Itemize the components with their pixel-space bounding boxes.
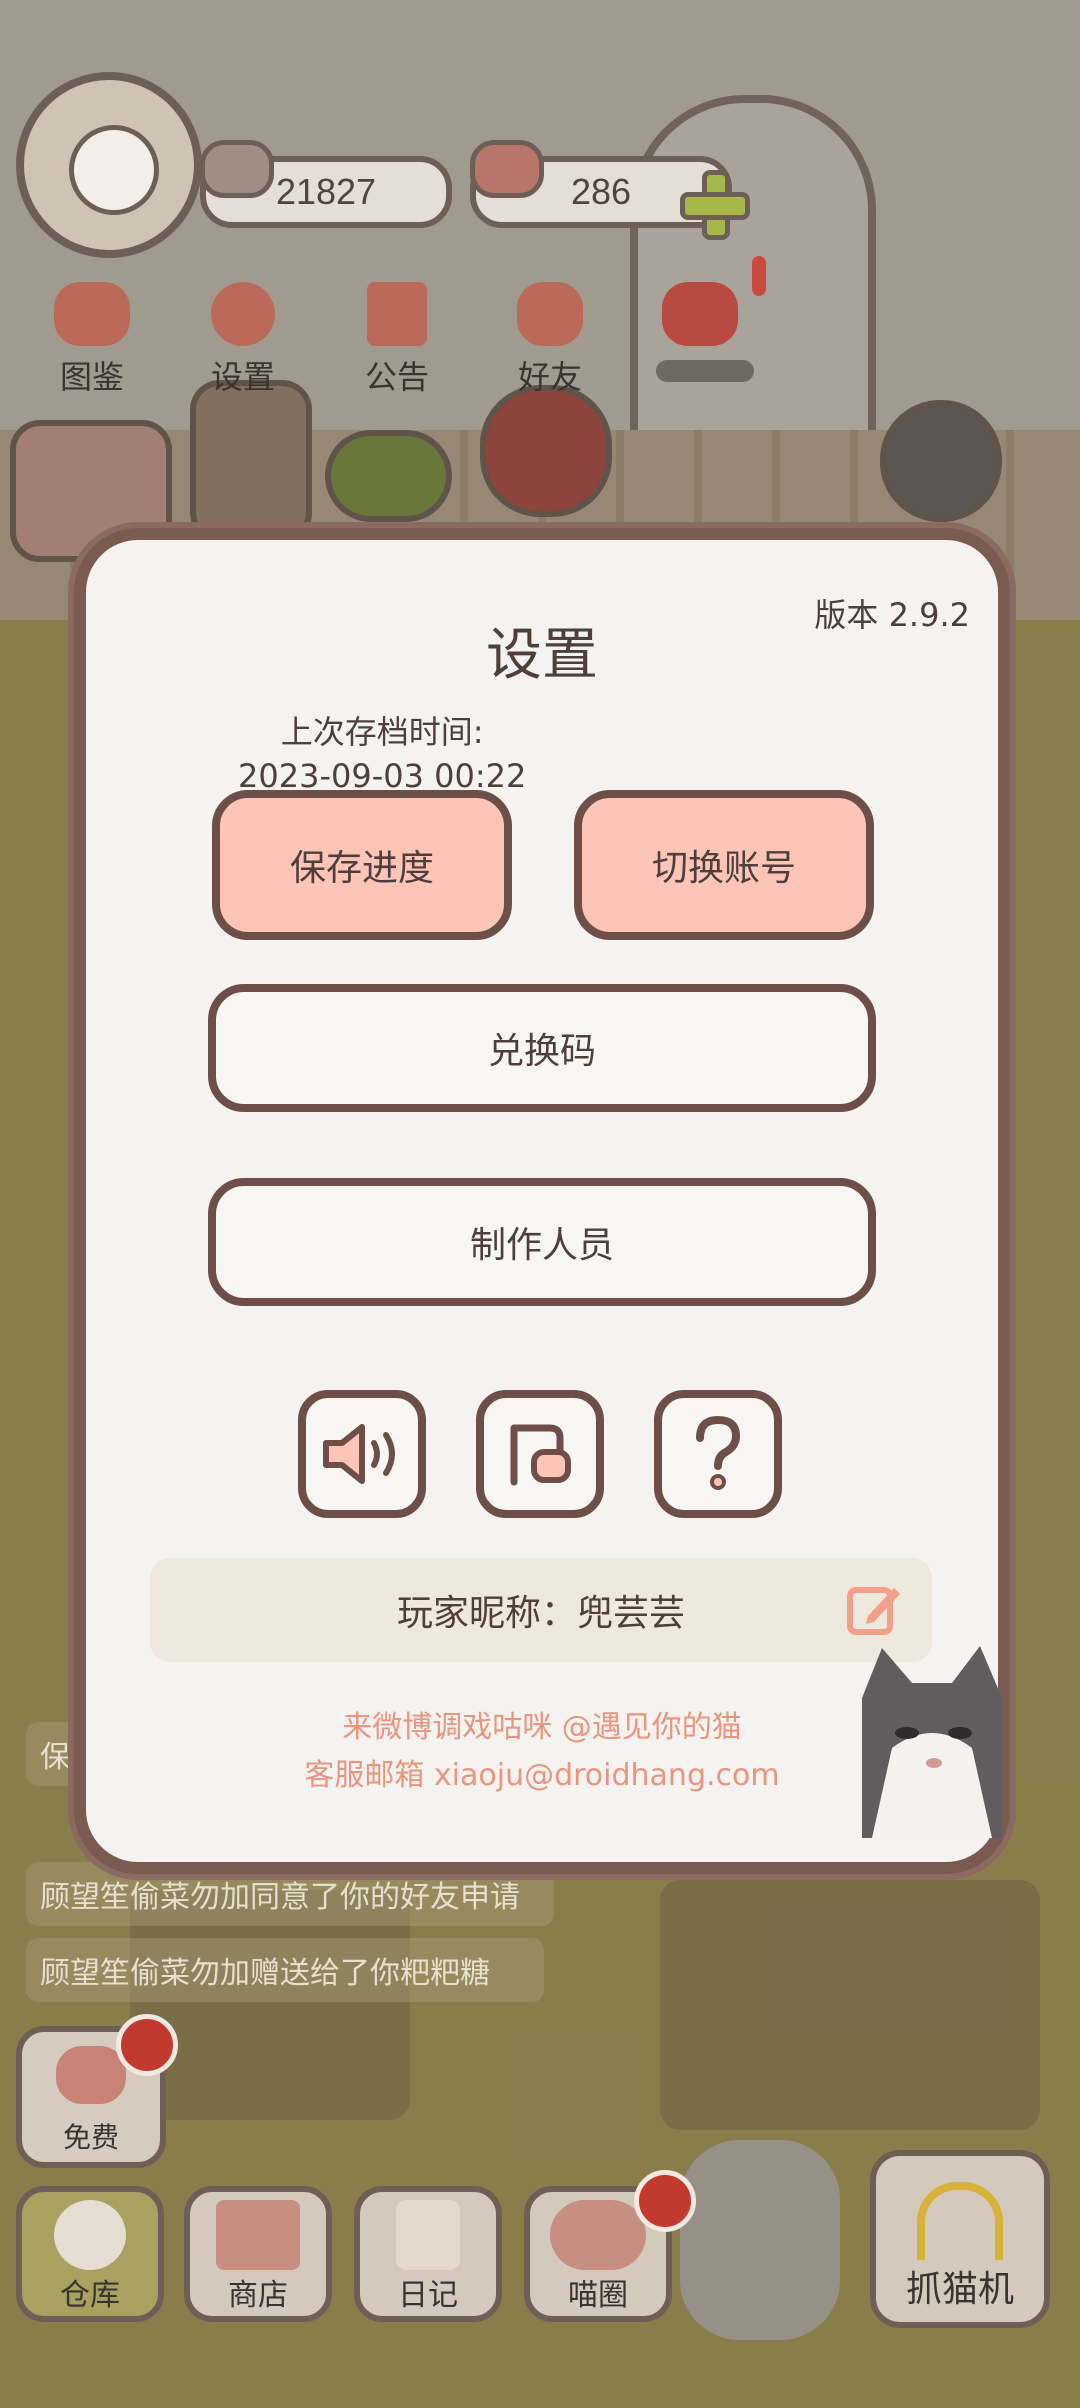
claw-label: 抓猫机	[905, 2269, 1014, 2310]
nav-cat-book[interactable]: 图鉴	[32, 282, 152, 398]
settings-dialog: 设置 版本 2.9.2 上次存档时间: 2023-09-03 00:22 保存进…	[74, 528, 1010, 1874]
fish-count: 21827	[275, 171, 377, 212]
button-label: 切换账号	[651, 848, 796, 889]
shop-icon	[216, 2200, 300, 2270]
last-save-info: 上次存档时间: 2023-09-03 00:22	[238, 710, 526, 798]
button-label: 兑换码	[487, 1031, 596, 1072]
nav-label: 仓库	[60, 2278, 120, 2313]
help-button[interactable]	[654, 1390, 782, 1518]
speaker-icon	[323, 1424, 395, 1484]
menu-toggle-bar[interactable]	[656, 360, 754, 382]
heart-box-icon	[56, 2046, 126, 2104]
chat-message: 顾望笙偷菜勿加赠送给了你粑粑糖	[26, 1938, 544, 2002]
nav-label: 公告	[364, 358, 429, 396]
nav-warehouse[interactable]: 仓库	[16, 2186, 164, 2322]
last-save-label: 上次存档时间:	[280, 713, 484, 751]
fish-icon	[200, 140, 274, 198]
nav-label: 好友	[517, 358, 582, 396]
diary-icon	[396, 2200, 460, 2270]
music-button[interactable]	[476, 1390, 604, 1518]
nav-settings[interactable]: 设置	[183, 282, 303, 398]
cat-planet-icon	[550, 2200, 646, 2270]
heart-count: 286	[570, 171, 632, 212]
nav-hearts[interactable]	[640, 282, 760, 346]
nickname-bar[interactable]: 玩家昵称：兜芸芸	[150, 1558, 932, 1662]
redeem-code-button[interactable]: 兑换码	[208, 984, 876, 1112]
heart-icon	[470, 140, 544, 198]
cat-book-icon	[54, 282, 130, 346]
nav-label: 喵圈	[568, 2278, 628, 2313]
question-mark-icon	[696, 1415, 741, 1490]
credits-button[interactable]: 制作人员	[208, 1178, 876, 1306]
free-label: 免费	[62, 2121, 119, 2154]
chat-text: 保	[40, 1740, 70, 1775]
nav-label: 日记	[398, 2278, 458, 2313]
gift-icon	[367, 282, 427, 346]
friends-icon	[517, 282, 583, 346]
sound-button[interactable]	[298, 1390, 426, 1518]
version-label: 版本 2.9.2	[814, 596, 970, 634]
nav-label: 图鉴	[59, 358, 124, 396]
hearts-icon	[662, 282, 738, 346]
button-label: 保存进度	[289, 848, 434, 889]
edit-icon[interactable]	[844, 1580, 904, 1640]
gear-icon	[211, 282, 275, 346]
add-hearts-button[interactable]	[680, 170, 750, 240]
nav-friends[interactable]: 好友	[490, 282, 610, 398]
nav-announcement[interactable]: 公告	[337, 282, 457, 398]
nav-label: 商店	[228, 2278, 288, 2313]
avatar-face	[69, 125, 159, 215]
claw-machine-button[interactable]: 抓猫机	[870, 2150, 1050, 2328]
cat-photo	[862, 1646, 1002, 1838]
chat-text: 顾望笙偷菜勿加同意了你的好友申请	[40, 1880, 520, 1915]
button-label: 制作人员	[469, 1225, 614, 1266]
music-note-icon	[510, 1424, 571, 1486]
switch-account-button[interactable]: 切换账号	[574, 790, 874, 940]
notification-badge	[634, 2170, 696, 2232]
player-avatar[interactable]	[16, 72, 202, 258]
nav-shop[interactable]: 商店	[184, 2186, 332, 2322]
warehouse-icon	[54, 2200, 126, 2270]
chat-text: 顾望笙偷菜勿加赠送给了你粑粑糖	[40, 1956, 490, 1991]
notification-badge	[116, 2014, 178, 2076]
nav-diary[interactable]: 日记	[354, 2186, 502, 2322]
nav-label: 设置	[210, 358, 275, 396]
save-progress-button[interactable]: 保存进度	[212, 790, 512, 940]
nickname-text: 玩家昵称：兜芸芸	[396, 1593, 685, 1634]
claw-icon	[917, 2182, 1003, 2260]
